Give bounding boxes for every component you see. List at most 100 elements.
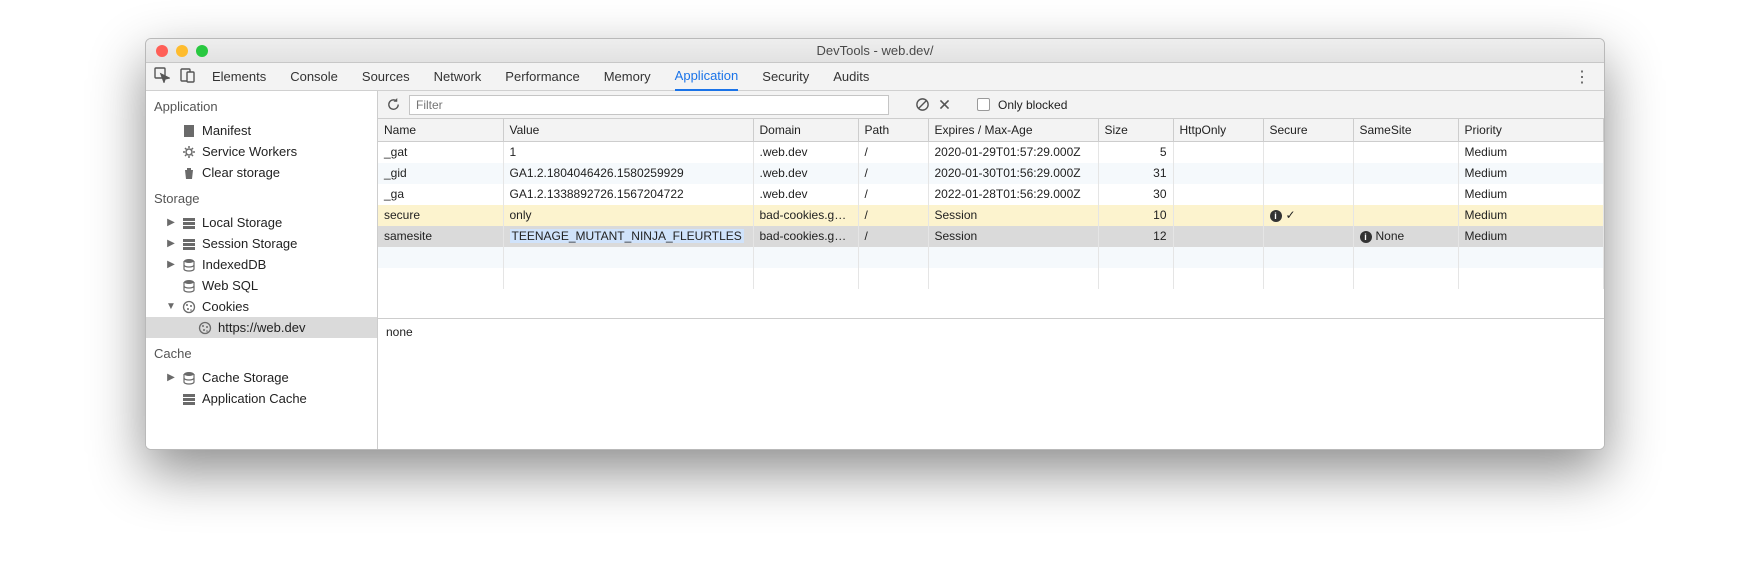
- cell-size[interactable]: 31: [1098, 163, 1173, 184]
- cell-httponly[interactable]: [1173, 184, 1263, 205]
- cell-value[interactable]: GA1.2.1804046426.1580259929: [503, 163, 753, 184]
- tree-arrow-icon[interactable]: ▶: [166, 372, 176, 383]
- column-header-samesite[interactable]: SameSite: [1353, 119, 1458, 142]
- inspect-element-icon[interactable]: [154, 67, 170, 86]
- sidebar-item-local-storage[interactable]: ▶Local Storage: [146, 212, 377, 233]
- more-options-button[interactable]: ⋮: [1568, 67, 1596, 87]
- only-blocked-checkbox[interactable]: [977, 98, 990, 111]
- cell-samesite[interactable]: [1353, 205, 1458, 226]
- table-row-empty[interactable]: [378, 268, 1604, 289]
- cell-samesite[interactable]: [1353, 142, 1458, 163]
- tab-security[interactable]: Security: [762, 63, 809, 91]
- cell-expires[interactable]: Session: [928, 226, 1098, 247]
- cell-domain[interactable]: .web.dev: [753, 163, 858, 184]
- cell-expires[interactable]: Session: [928, 205, 1098, 226]
- table-row[interactable]: _gat1.web.dev/2020-01-29T01:57:29.000Z5 M…: [378, 142, 1604, 163]
- cell-size[interactable]: 10: [1098, 205, 1173, 226]
- table-row[interactable]: _gaGA1.2.1338892726.1567204722.web.dev/2…: [378, 184, 1604, 205]
- column-header-value[interactable]: Value: [503, 119, 753, 142]
- cell-samesite[interactable]: iNone: [1353, 226, 1458, 247]
- column-header-priority[interactable]: Priority: [1458, 119, 1604, 142]
- tab-console[interactable]: Console: [290, 63, 338, 91]
- cell-domain[interactable]: .web.dev: [753, 184, 858, 205]
- cell-domain[interactable]: bad-cookies.g…: [753, 226, 858, 247]
- filter-input[interactable]: [409, 95, 889, 115]
- sidebar-item-cache-storage[interactable]: ▶Cache Storage: [146, 367, 377, 388]
- table-row[interactable]: samesite TEENAGE_MUTANT_NINJA_FLEURTLES ba…: [378, 226, 1604, 247]
- sidebar-item-cookies[interactable]: ▼Cookies: [146, 296, 377, 317]
- tree-arrow-icon[interactable]: ▼: [166, 301, 176, 312]
- cell-path[interactable]: /: [858, 226, 928, 247]
- tree-arrow-icon[interactable]: ▶: [166, 238, 176, 249]
- tree-arrow-icon[interactable]: ▶: [166, 217, 176, 228]
- cell-size[interactable]: 5: [1098, 142, 1173, 163]
- cell-name[interactable]: samesite: [378, 226, 503, 247]
- sidebar-item-indexeddb[interactable]: ▶IndexedDB: [146, 254, 377, 275]
- cell-name[interactable]: _gid: [378, 163, 503, 184]
- cell-expires[interactable]: 2022-01-28T01:56:29.000Z: [928, 184, 1098, 205]
- cell-name[interactable]: _gat: [378, 142, 503, 163]
- tab-application[interactable]: Application: [675, 63, 739, 91]
- column-header-httponly[interactable]: HttpOnly: [1173, 119, 1263, 142]
- sidebar-item-https-web-dev[interactable]: ▶https://web.dev: [146, 317, 377, 338]
- cell-secure[interactable]: [1263, 184, 1353, 205]
- sidebar-item-service-workers[interactable]: ▶Service Workers: [146, 141, 377, 162]
- table-row-empty[interactable]: [378, 247, 1604, 268]
- table-row[interactable]: _gidGA1.2.1804046426.1580259929.web.dev/…: [378, 163, 1604, 184]
- cell-value[interactable]: only: [503, 205, 753, 226]
- cell-path[interactable]: /: [858, 184, 928, 205]
- cell-secure[interactable]: i✓: [1263, 205, 1353, 226]
- cell-httponly[interactable]: [1173, 205, 1263, 226]
- table-row[interactable]: secureonlybad-cookies.g…/Session10 i✓ Medi…: [378, 205, 1604, 226]
- column-header-name[interactable]: Name: [378, 119, 503, 142]
- column-header-domain[interactable]: Domain: [753, 119, 858, 142]
- sidebar-item-manifest[interactable]: ▶Manifest: [146, 120, 377, 141]
- delete-selected-button[interactable]: [938, 98, 951, 111]
- cell-secure[interactable]: [1263, 226, 1353, 247]
- cell-priority[interactable]: Medium: [1458, 184, 1604, 205]
- cell-name[interactable]: _ga: [378, 184, 503, 205]
- sidebar-item-clear-storage[interactable]: ▶Clear storage: [146, 162, 377, 183]
- clear-all-button[interactable]: [915, 97, 930, 112]
- column-header-expires[interactable]: Expires / Max-Age: [928, 119, 1098, 142]
- cell-value[interactable]: GA1.2.1338892726.1567204722: [503, 184, 753, 205]
- cell-path[interactable]: /: [858, 205, 928, 226]
- cell-size[interactable]: 12: [1098, 226, 1173, 247]
- tab-audits[interactable]: Audits: [833, 63, 869, 91]
- cell-domain[interactable]: bad-cookies.g…: [753, 205, 858, 226]
- cell-httponly[interactable]: [1173, 226, 1263, 247]
- cell-name[interactable]: secure: [378, 205, 503, 226]
- tab-network[interactable]: Network: [434, 63, 482, 91]
- cell-secure[interactable]: [1263, 163, 1353, 184]
- tab-sources[interactable]: Sources: [362, 63, 410, 91]
- cell-priority[interactable]: Medium: [1458, 205, 1604, 226]
- cell-value[interactable]: 1: [503, 142, 753, 163]
- refresh-button[interactable]: [386, 97, 401, 112]
- column-header-secure[interactable]: Secure: [1263, 119, 1353, 142]
- tab-performance[interactable]: Performance: [505, 63, 579, 91]
- tab-elements[interactable]: Elements: [212, 63, 266, 91]
- cell-httponly[interactable]: [1173, 163, 1263, 184]
- cell-priority[interactable]: Medium: [1458, 163, 1604, 184]
- cell-path[interactable]: /: [858, 163, 928, 184]
- cell-expires[interactable]: 2020-01-30T01:56:29.000Z: [928, 163, 1098, 184]
- column-header-size[interactable]: Size: [1098, 119, 1173, 142]
- cell-samesite[interactable]: [1353, 184, 1458, 205]
- sidebar-item-session-storage[interactable]: ▶Session Storage: [146, 233, 377, 254]
- column-header-path[interactable]: Path: [858, 119, 928, 142]
- tab-memory[interactable]: Memory: [604, 63, 651, 91]
- sidebar-item-web-sql[interactable]: ▶Web SQL: [146, 275, 377, 296]
- cell-path[interactable]: /: [858, 142, 928, 163]
- cell-domain[interactable]: .web.dev: [753, 142, 858, 163]
- cell-priority[interactable]: Medium: [1458, 226, 1604, 247]
- sidebar-item-application-cache[interactable]: ▶Application Cache: [146, 388, 377, 409]
- cell-value-editing[interactable]: TEENAGE_MUTANT_NINJA_FLEURTLES: [510, 229, 744, 243]
- cell-expires[interactable]: 2020-01-29T01:57:29.000Z: [928, 142, 1098, 163]
- cell-value[interactable]: TEENAGE_MUTANT_NINJA_FLEURTLES: [503, 226, 753, 247]
- cell-httponly[interactable]: [1173, 142, 1263, 163]
- tree-arrow-icon[interactable]: ▶: [166, 259, 176, 270]
- cell-samesite[interactable]: [1353, 163, 1458, 184]
- cell-size[interactable]: 30: [1098, 184, 1173, 205]
- cell-priority[interactable]: Medium: [1458, 142, 1604, 163]
- device-toolbar-icon[interactable]: [180, 67, 196, 86]
